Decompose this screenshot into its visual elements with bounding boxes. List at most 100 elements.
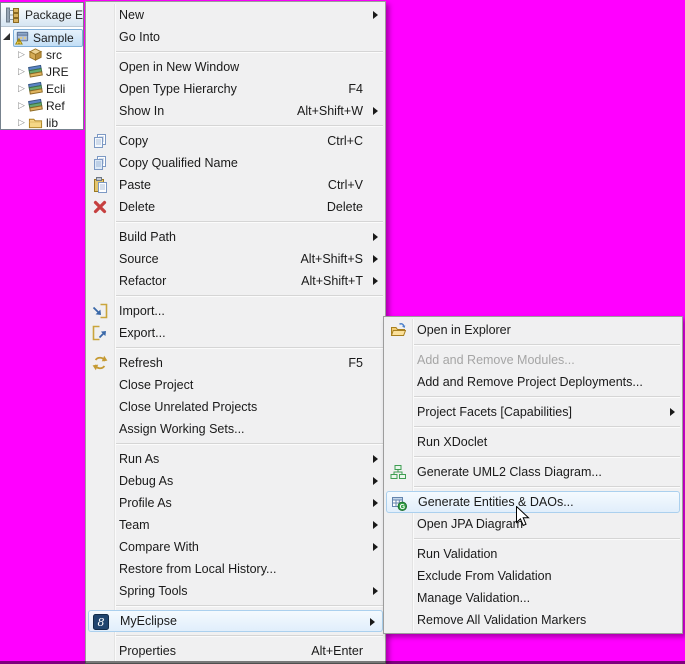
menu-item-run-validation[interactable]: Run Validation <box>384 543 682 565</box>
menu-item-label: Show In <box>119 104 273 118</box>
tree-item-label: Sample <box>33 31 74 45</box>
tree-item-label: Ref <box>46 99 65 113</box>
folder-icon <box>27 115 44 131</box>
submenu-arrow-icon <box>373 499 378 507</box>
menu-item-spring-tools[interactable]: Spring Tools <box>86 580 385 602</box>
menu-separator <box>116 443 383 445</box>
menu-item-close-unrelated-projects[interactable]: Close Unrelated Projects <box>86 396 385 418</box>
menu-item-exclude-from-validation[interactable]: Exclude From Validation <box>384 565 682 587</box>
menu-item-label: Open in Explorer <box>417 323 660 337</box>
menu-item-label: Import... <box>119 304 363 318</box>
collapsed-arrow-icon[interactable]: ▷ <box>16 100 27 111</box>
collapsed-arrow-icon[interactable]: ▷ <box>16 66 27 77</box>
menu-item-open-jpa-diagram[interactable]: Open JPA Diagram <box>384 513 682 535</box>
menu-item-label: New <box>119 8 363 22</box>
menu-item-label: Paste <box>119 178 304 192</box>
menu-item-show-in[interactable]: Show In Alt+Shift+W <box>86 100 385 122</box>
mouse-cursor <box>516 506 530 527</box>
collapsed-arrow-icon[interactable]: ▷ <box>16 49 27 60</box>
menu-shortcut: Alt+Shift+T <box>301 274 363 288</box>
menu-item-label: Restore from Local History... <box>119 562 363 576</box>
submenu-arrow-icon <box>373 455 378 463</box>
menu-item-run-xdoclet[interactable]: Run XDoclet <box>384 431 682 453</box>
menu-item-project-facets-capabilities[interactable]: Project Facets [Capabilities] <box>384 401 682 423</box>
project-tree: Sample▷src▷JRE▷Ecli▷Ref▷lib <box>1 27 83 130</box>
menu-separator <box>116 295 383 297</box>
collapsed-arrow-icon[interactable]: ▷ <box>16 117 27 128</box>
tree-selection: Sample <box>13 29 83 47</box>
menu-item-new[interactable]: New <box>86 4 385 26</box>
export-icon <box>92 325 108 341</box>
menu-item-debug-as[interactable]: Debug As <box>86 470 385 492</box>
menu-item-copy[interactable]: CopyCtrl+C <box>86 130 385 152</box>
library-icon <box>27 98 44 114</box>
menu-item-label: Properties <box>119 644 287 658</box>
tree-item-sample[interactable]: Sample <box>1 29 83 46</box>
submenu-arrow-icon <box>370 618 375 626</box>
menu-item-build-path[interactable]: Build Path <box>86 226 385 248</box>
collapsed-arrow-icon[interactable]: ▷ <box>16 83 27 94</box>
menu-item-paste[interactable]: PasteCtrl+V <box>86 174 385 196</box>
menu-item-label: Add and Remove Project Deployments... <box>417 375 660 389</box>
menu-separator <box>414 344 680 346</box>
menu-item-add-and-remove-project-deployments[interactable]: Add and Remove Project Deployments... <box>384 371 682 393</box>
open-folder-icon <box>390 322 406 338</box>
menu-item-export[interactable]: Export... <box>86 322 385 344</box>
menu-item-properties[interactable]: PropertiesAlt+Enter <box>86 640 385 662</box>
menu-item-import[interactable]: Import... <box>86 300 385 322</box>
submenu-arrow-icon <box>373 11 378 19</box>
expanded-arrow-icon[interactable] <box>3 33 10 40</box>
menu-item-compare-with[interactable]: Compare With <box>86 536 385 558</box>
menu-item-label: Open in New Window <box>119 60 363 74</box>
tree-item-ref[interactable]: ▷ Ref <box>1 97 83 114</box>
menu-separator <box>414 456 680 458</box>
tree-item-lib[interactable]: ▷ lib <box>1 114 83 130</box>
menu-item-close-project[interactable]: Close Project <box>86 374 385 396</box>
submenu-arrow-icon <box>373 107 378 115</box>
submenu-arrow-icon <box>373 477 378 485</box>
menu-item-source[interactable]: SourceAlt+Shift+S <box>86 248 385 270</box>
menu-item-open-in-new-window[interactable]: Open in New Window <box>86 56 385 78</box>
menu-item-label: Remove All Validation Markers <box>417 613 660 627</box>
menu-item-generate-entities-daos[interactable]: GGenerate Entities & DAOs... <box>386 491 680 513</box>
menu-item-label: Add and Remove Modules... <box>417 353 660 367</box>
tree-item-jre[interactable]: ▷JRE <box>1 63 83 80</box>
svg-text:8: 8 <box>98 616 105 629</box>
import-icon <box>92 303 108 319</box>
menu-item-label: Run Validation <box>417 547 660 561</box>
menu-shortcut: Alt+Shift+W <box>297 104 363 118</box>
menu-separator <box>116 635 383 637</box>
copy-icon <box>92 133 108 149</box>
menu-shortcut: F5 <box>348 356 363 370</box>
menu-item-go-into[interactable]: Go Into <box>86 26 385 48</box>
menu-item-generate-uml2-class-diagram[interactable]: Generate UML2 Class Diagram... <box>384 461 682 483</box>
menu-item-label: Copy Qualified Name <box>119 156 363 170</box>
menu-item-team[interactable]: Team <box>86 514 385 536</box>
menu-separator <box>116 347 383 349</box>
tree-item-ecli[interactable]: ▷Ecli <box>1 80 83 97</box>
menu-item-assign-working-sets[interactable]: Assign Working Sets... <box>86 418 385 440</box>
menu-item-profile-as[interactable]: Profile As <box>86 492 385 514</box>
menu-item-run-as[interactable]: Run As <box>86 448 385 470</box>
menu-shortcut: Ctrl+C <box>327 134 363 148</box>
package-explorer-tab[interactable]: Package Ex <box>1 3 83 27</box>
menu-item-myeclipse[interactable]: 8MyEclipse <box>88 610 383 632</box>
menu-item-remove-all-validation-markers[interactable]: Remove All Validation Markers <box>384 609 682 631</box>
menu-item-open-type-hierarchy[interactable]: Open Type HierarchyF4 <box>86 78 385 100</box>
menu-item-manage-validation[interactable]: Manage Validation... <box>384 587 682 609</box>
myeclipse-icon: 8 <box>93 614 109 630</box>
menu-item-label: Manage Validation... <box>417 591 660 605</box>
menu-separator <box>116 125 383 127</box>
menu-item-label: Go Into <box>119 30 363 44</box>
menu-item-copy-qualified-name[interactable]: Copy Qualified Name <box>86 152 385 174</box>
menu-item-label: Profile As <box>119 496 363 510</box>
tree-item-src[interactable]: ▷src <box>1 46 83 63</box>
menu-item-label: Run As <box>119 452 363 466</box>
menu-item-delete[interactable]: DeleteDelete <box>86 196 385 218</box>
menu-item-open-in-explorer[interactable]: Open in Explorer <box>384 319 682 341</box>
menu-item-refactor[interactable]: RefactorAlt+Shift+T <box>86 270 385 292</box>
menu-item-restore-from-local-history[interactable]: Restore from Local History... <box>86 558 385 580</box>
context-menu: New Go Into Open in New Window Open Type Hi… <box>85 1 386 664</box>
tree-item-label: lib <box>46 116 58 130</box>
menu-item-refresh[interactable]: RefreshF5 <box>86 352 385 374</box>
